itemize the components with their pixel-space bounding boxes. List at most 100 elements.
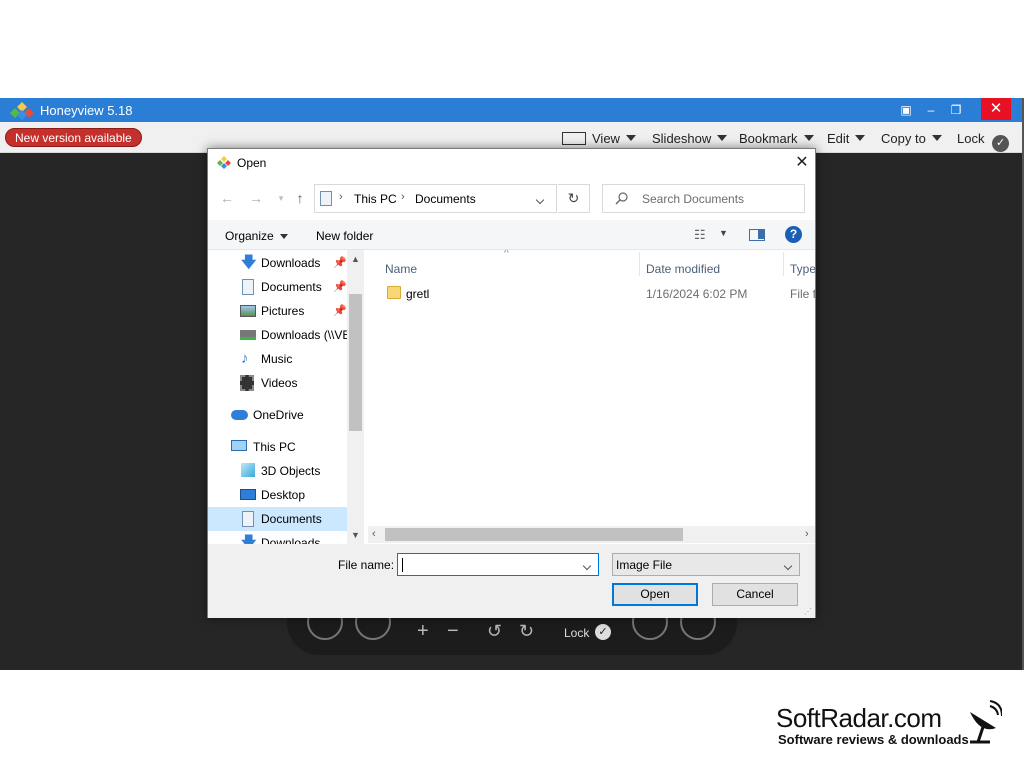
forward-arrow-icon[interactable]: → (247, 189, 265, 207)
breadcrumb-documents[interactable]: Documents (415, 192, 476, 206)
app-title: Honeyview 5.18 (40, 103, 133, 118)
video-icon (240, 375, 254, 391)
breadcrumb-separator-icon: › (401, 191, 405, 203)
scroll-left-icon[interactable]: ‹ (372, 528, 376, 540)
refresh-icon[interactable]: ↻ (558, 184, 590, 213)
minimize-button[interactable]: – (918, 98, 944, 122)
back-arrow-icon[interactable]: ← (218, 189, 236, 207)
breadcrumb-separator-icon: › (339, 191, 343, 203)
toolbar-slideshow[interactable]: Slideshow (652, 131, 728, 146)
search-box[interactable]: Search Documents (602, 184, 805, 213)
nav-item-desktop[interactable]: Desktop (208, 483, 348, 507)
watermark-tagline: Software reviews & downloads (778, 732, 969, 747)
window-border (1022, 98, 1024, 670)
fit-window-icon[interactable]: ▣ (893, 98, 919, 122)
desktop-icon (240, 489, 256, 500)
nav-item-documents[interactable]: Documents 📌 (208, 275, 348, 299)
file-name: gretl (406, 287, 430, 301)
text-cursor (402, 558, 403, 572)
help-icon[interactable]: ? (785, 226, 802, 243)
new-folder-button[interactable]: New folder (316, 229, 373, 243)
column-name[interactable]: Name (385, 262, 417, 276)
lock-label[interactable]: Lock (564, 626, 589, 640)
pictures-icon (240, 305, 256, 317)
file-name-input[interactable] (397, 553, 599, 576)
scroll-up-icon[interactable]: ▲ (351, 254, 360, 264)
honeyview-small-icon (217, 156, 231, 169)
file-row[interactable]: gretl 1/16/2024 6:02 PM File fo (365, 282, 815, 304)
dialog-close-icon[interactable]: ✕ (792, 153, 812, 173)
nav-item-network-downloads[interactable]: Downloads (\\VE (208, 323, 348, 347)
navigation-pane: 🡇 Downloads 📌 Documents 📌 Pictures 📌 Dow… (208, 250, 363, 544)
up-arrow-icon[interactable]: ↑ (291, 189, 309, 207)
toolbar-view[interactable]: View (562, 131, 636, 146)
cancel-button[interactable]: Cancel (712, 583, 798, 606)
file-name-label: File name: (338, 558, 395, 572)
horizontal-scrollbar[interactable]: ‹ › (368, 526, 815, 543)
new-version-badge[interactable]: New version available (5, 128, 142, 147)
resize-grip-icon[interactable]: ⋰ (804, 607, 812, 616)
nav-item-pictures[interactable]: Pictures 📌 (208, 299, 348, 323)
nav-item-documents-selected[interactable]: Documents (208, 507, 347, 531)
open-button[interactable]: Open (612, 583, 698, 606)
music-note-icon: ♪ (241, 350, 249, 367)
toolbar-edit[interactable]: Edit (827, 131, 866, 146)
lock-check-icon: ✓ (595, 624, 611, 640)
chevron-down-icon[interactable] (582, 558, 592, 572)
column-divider[interactable] (639, 252, 640, 276)
honeyview-logo-icon (10, 102, 34, 120)
recent-locations-chevron-icon[interactable]: ▾ (272, 189, 290, 207)
organize-button[interactable]: Organize (225, 229, 288, 243)
folder-icon (387, 286, 401, 299)
check-circle-icon: ✓ (992, 135, 1010, 152)
search-placeholder: Search Documents (642, 192, 745, 206)
cloud-icon (231, 410, 248, 420)
document-icon (242, 511, 254, 527)
scroll-thumb[interactable] (349, 294, 362, 431)
nav-item-downloads[interactable]: 🡇 Downloads 📌 (208, 251, 348, 275)
file-type-select[interactable]: Image File (612, 553, 800, 576)
chevron-down-icon (783, 558, 793, 572)
pin-icon: 📌 (333, 281, 347, 293)
close-button[interactable]: ✕ (981, 98, 1011, 120)
download-arrow-icon: 🡇 (241, 534, 257, 545)
column-type[interactable]: Type (790, 262, 815, 276)
toolbar-copy-to[interactable]: Copy to (881, 131, 942, 146)
view-options-chevron-icon[interactable]: ▼ (719, 228, 728, 238)
watermark-brand: SoftRadar.com (776, 703, 942, 733)
cube-icon (241, 463, 255, 477)
pin-icon: 📌 (333, 305, 347, 317)
column-divider[interactable] (783, 252, 784, 276)
file-list: ^ Name Date modified Type gretl 1/16/202… (365, 250, 815, 544)
nav-item-3d-objects[interactable]: 3D Objects (208, 459, 348, 483)
breadcrumb-this-pc[interactable]: This PC (354, 192, 397, 206)
column-date-modified[interactable]: Date modified (646, 262, 720, 276)
address-bar[interactable]: › This PC › Documents (314, 184, 557, 213)
nav-item-onedrive[interactable]: OneDrive (208, 403, 348, 427)
satellite-dish-icon (970, 700, 1002, 744)
preview-pane-icon[interactable] (749, 229, 765, 241)
zoom-in-icon[interactable]: + (417, 620, 429, 643)
rotate-right-icon[interactable]: ↻ (519, 621, 534, 642)
view-details-icon[interactable]: ☷ (694, 227, 706, 243)
pin-icon: 📌 (333, 257, 347, 269)
download-arrow-icon: 🡇 (241, 254, 257, 271)
rotate-left-icon[interactable]: ↺ (487, 621, 502, 642)
scroll-down-icon[interactable]: ▼ (351, 530, 360, 540)
maximize-button[interactable]: ❐ (943, 98, 969, 122)
toolbar-bookmark[interactable]: Bookmark (739, 131, 814, 146)
scroll-thumb[interactable] (385, 528, 683, 541)
scroll-right-icon[interactable]: › (805, 528, 809, 540)
search-icon (615, 192, 628, 205)
zoom-out-icon[interactable]: − (447, 620, 459, 643)
nav-scrollbar[interactable]: ▲ ▼ (347, 250, 364, 544)
nav-item-videos[interactable]: Videos (208, 371, 348, 395)
chevron-down-icon[interactable] (535, 192, 545, 206)
toolbar-lock[interactable]: Lock ✓ (957, 131, 1010, 152)
nav-item-this-pc[interactable]: This PC (208, 435, 348, 459)
computer-icon (231, 440, 247, 451)
fullscreen-icon (562, 132, 586, 145)
nav-item-music[interactable]: ♪ Music (208, 347, 348, 371)
nav-item-downloads-2[interactable]: 🡇 Downloads (208, 531, 348, 545)
file-date: 1/16/2024 6:02 PM (646, 287, 748, 301)
